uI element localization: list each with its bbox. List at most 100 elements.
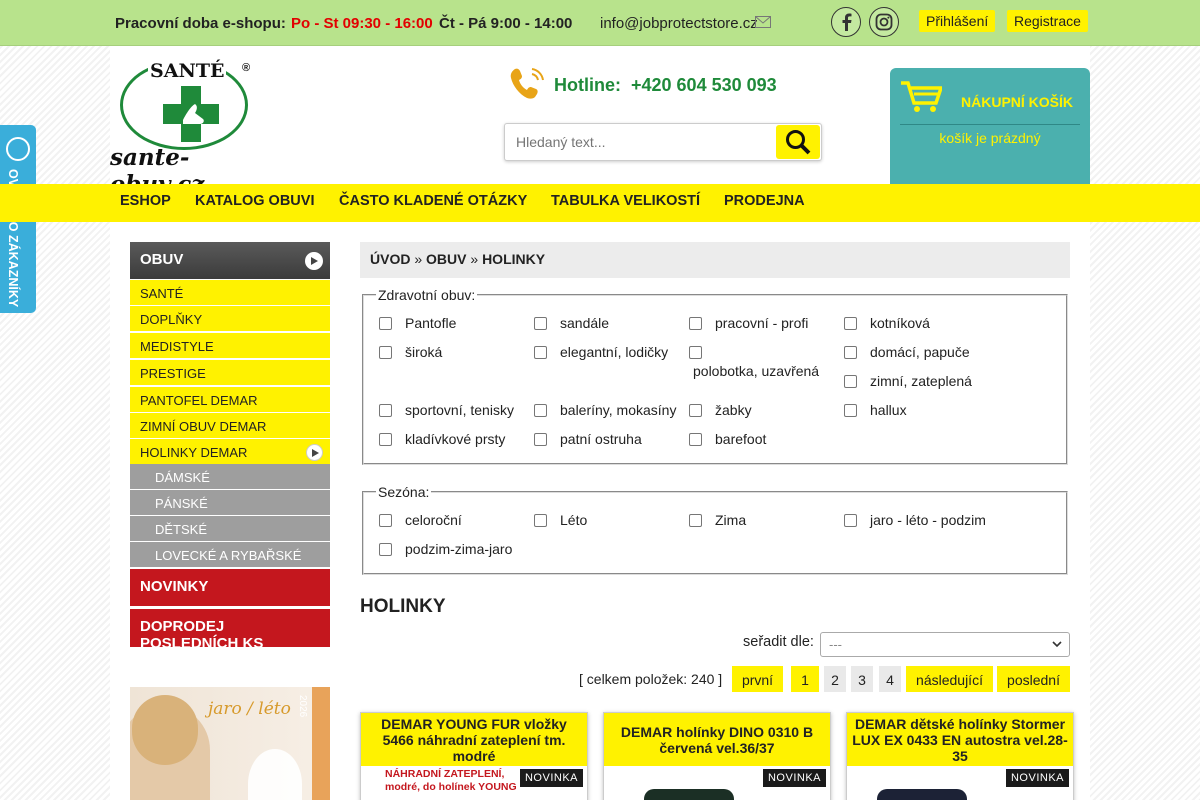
sidebar-item-pantofel-demar[interactable]: PANTOFEL DEMAR bbox=[130, 387, 330, 413]
verified-icon bbox=[6, 137, 30, 161]
sidebar-item-medistyle[interactable]: MEDISTYLE bbox=[130, 333, 330, 359]
checkbox-label: elegantní, lodičky bbox=[560, 344, 669, 360]
checkbox[interactable] bbox=[689, 433, 702, 446]
checkbox-label: polobotka, uzavřená bbox=[693, 363, 820, 379]
checkbox-label: barefoot bbox=[715, 431, 767, 447]
sidebar-head-label: OBUV bbox=[140, 251, 184, 268]
checkbox[interactable] bbox=[689, 514, 702, 527]
checkbox[interactable] bbox=[534, 433, 547, 446]
hours-mon-wed: Po - St 09:30 - 16:00 bbox=[291, 15, 433, 32]
sidebar-item-holinky-demar[interactable]: HOLINKY DEMAR bbox=[130, 439, 330, 465]
sidebar-item-doplnky[interactable]: DOPLŇKY bbox=[130, 306, 330, 332]
search-icon bbox=[786, 130, 811, 155]
page-last[interactable]: poslední bbox=[997, 666, 1070, 692]
facebook-icon[interactable] bbox=[831, 7, 861, 37]
checkbox[interactable] bbox=[379, 433, 392, 446]
cart-title: NÁKUPNÍ KOŠÍK bbox=[961, 94, 1074, 110]
product-card[interactable]: DEMAR holínky DINO 0310 B červená vel.36… bbox=[603, 712, 831, 800]
product-card[interactable]: DEMAR YOUNG FUR vložky 5466 náhradní zat… bbox=[360, 712, 588, 800]
checkbox[interactable] bbox=[689, 346, 702, 359]
page-3[interactable]: 3 bbox=[851, 666, 873, 692]
checkbox-label: pracovní - profi bbox=[715, 315, 809, 331]
search-input[interactable] bbox=[506, 125, 774, 159]
sidebar-subitem-detske[interactable]: DĚTSKÉ bbox=[130, 516, 330, 542]
sidebar-subitem-damske[interactable]: DÁMSKÉ bbox=[130, 464, 330, 490]
chevron-down-icon bbox=[1052, 641, 1062, 648]
search-button[interactable] bbox=[776, 125, 820, 159]
checkbox[interactable] bbox=[534, 514, 547, 527]
product-card[interactable]: DEMAR dětské holínky Stormer LUX EX 0433… bbox=[846, 712, 1074, 800]
checkbox-label: Pantofle bbox=[405, 315, 457, 331]
checkbox[interactable] bbox=[534, 317, 547, 330]
checkbox[interactable] bbox=[689, 317, 702, 330]
page-next[interactable]: následující bbox=[906, 666, 993, 692]
product-name[interactable]: DEMAR holínky DINO 0310 B červená vel.36… bbox=[604, 713, 830, 766]
cross-icon bbox=[163, 86, 219, 142]
breadcrumb-separator: » bbox=[414, 251, 423, 267]
nav-catalog[interactable]: KATALOG OBUVI bbox=[195, 193, 314, 209]
sidebar-item-sante[interactable]: SANTÉ bbox=[130, 280, 330, 306]
sidebar-subitem-lovecke[interactable]: LOVECKÉ A RYBAŘSKÉ bbox=[130, 542, 330, 568]
checkbox[interactable] bbox=[534, 404, 547, 417]
checkbox[interactable] bbox=[844, 375, 857, 388]
total-count: [ celkem položek: 240 ] bbox=[579, 671, 723, 687]
sidebar-subitem-panske[interactable]: PÁNSKÉ bbox=[130, 490, 330, 516]
nav-size-table[interactable]: TABULKA VELIKOSTÍ bbox=[551, 193, 700, 209]
banner-text: jaro / léto bbox=[208, 699, 291, 719]
checkbox-label: sportovní, tenisky bbox=[405, 402, 514, 418]
hours-thu-fri: Čt - Pá 9:00 - 14:00 bbox=[439, 15, 573, 32]
hours-label: Pracovní doba e-shopu: bbox=[115, 15, 286, 32]
checkbox[interactable] bbox=[379, 317, 392, 330]
breadcrumb-home[interactable]: ÚVOD bbox=[370, 251, 410, 267]
banner-hair bbox=[132, 695, 198, 765]
checkbox[interactable] bbox=[844, 317, 857, 330]
banner-leaf bbox=[248, 749, 302, 800]
sort-select[interactable]: --- bbox=[820, 632, 1070, 657]
banner-stripe bbox=[312, 687, 330, 800]
sidebar-item-prestige[interactable]: PRESTIGE bbox=[130, 360, 330, 386]
product-name[interactable]: DEMAR YOUNG FUR vložky 5466 náhradní zat… bbox=[361, 713, 587, 766]
login-button[interactable]: Přihlášení bbox=[919, 10, 996, 32]
nav-eshop[interactable]: ESHOP bbox=[120, 193, 171, 209]
sidebar-item-label: HOLINKY DEMAR bbox=[140, 445, 248, 460]
nav-store[interactable]: PRODEJNA bbox=[724, 193, 805, 209]
season-banner[interactable]: jaro / léto 2026 bbox=[130, 687, 330, 800]
page-2[interactable]: 2 bbox=[824, 666, 846, 692]
product-image-text: NÁHRADNÍ ZATEPLENÍ, modré, do holínek YO… bbox=[385, 768, 517, 793]
checkbox[interactable] bbox=[379, 404, 392, 417]
checkbox[interactable] bbox=[379, 543, 392, 556]
checkbox-label: žabky bbox=[715, 402, 752, 418]
instagram-icon[interactable] bbox=[869, 7, 899, 37]
checkbox-label: podzim-zima-jaro bbox=[405, 541, 513, 557]
sort-value: --- bbox=[829, 637, 842, 652]
hotline-phone[interactable]: +420 604 530 093 bbox=[631, 75, 777, 96]
envelope-icon bbox=[755, 16, 771, 28]
sidebar-sale[interactable]: DOPRODEJ POSLEDNÍCH KS bbox=[130, 609, 330, 647]
checkbox-label: celoroční bbox=[405, 512, 462, 528]
checkbox[interactable] bbox=[844, 404, 857, 417]
page-4[interactable]: 4 bbox=[879, 666, 901, 692]
checkbox[interactable] bbox=[379, 346, 392, 359]
sidebar-news[interactable]: NOVINKY bbox=[130, 569, 330, 606]
cart-box[interactable]: NÁKUPNÍ KOŠÍK košík je prázdný bbox=[890, 68, 1090, 184]
checkbox-label: hallux bbox=[870, 402, 907, 418]
breadcrumb: ÚVOD » OBUV » HOLINKY bbox=[360, 242, 1070, 278]
sidebar-head[interactable]: OBUV bbox=[130, 242, 330, 279]
logo[interactable]: SANTÉ ® sante-obuv.cz bbox=[110, 58, 270, 198]
page-first[interactable]: první bbox=[732, 666, 783, 692]
checkbox[interactable] bbox=[844, 514, 857, 527]
cart-divider bbox=[900, 124, 1080, 125]
season-filter-legend: Sezóna: bbox=[378, 484, 430, 500]
product-name[interactable]: DEMAR dětské holínky Stormer LUX EX 0433… bbox=[847, 713, 1073, 766]
sidebar-item-zimni-obuv-demar[interactable]: ZIMNÍ OBUV DEMAR bbox=[130, 413, 330, 439]
nav-faq[interactable]: ČASTO KLADENÉ OTÁZKY bbox=[339, 193, 527, 209]
checkbox[interactable] bbox=[844, 346, 857, 359]
breadcrumb-category[interactable]: OBUV bbox=[426, 251, 466, 267]
email-link[interactable]: info@jobprotectstore.cz bbox=[600, 15, 758, 32]
page-1[interactable]: 1 bbox=[791, 666, 819, 692]
register-button[interactable]: Registrace bbox=[1007, 10, 1088, 32]
checkbox[interactable] bbox=[534, 346, 547, 359]
checkbox[interactable] bbox=[689, 404, 702, 417]
checkbox[interactable] bbox=[379, 514, 392, 527]
checkbox-label: jaro - léto - podzim bbox=[870, 512, 986, 528]
